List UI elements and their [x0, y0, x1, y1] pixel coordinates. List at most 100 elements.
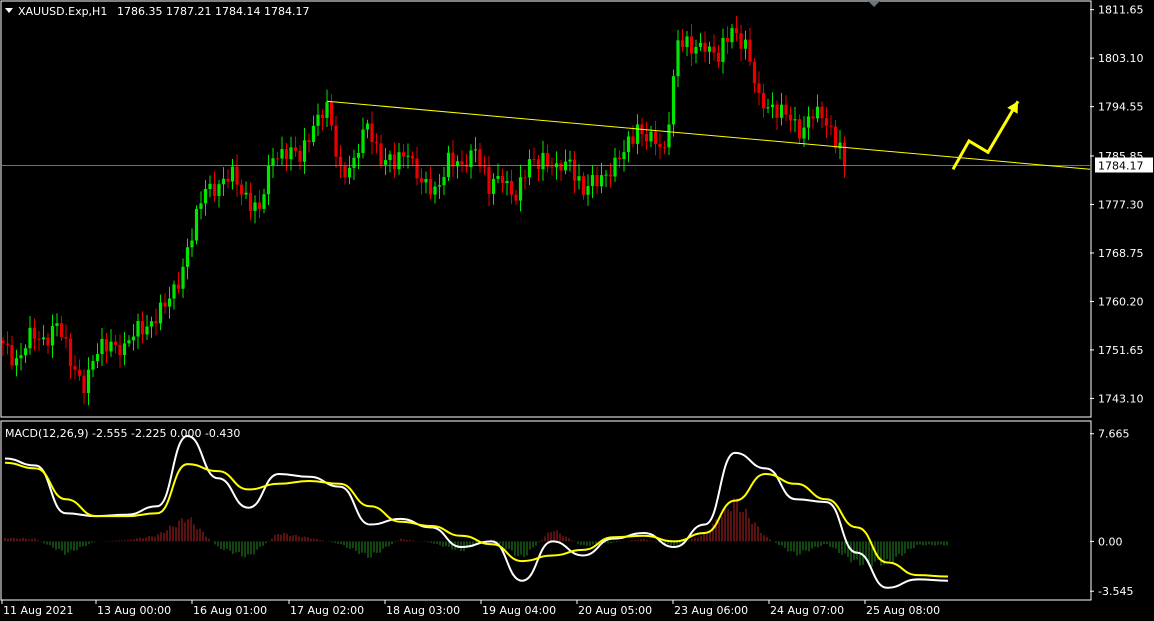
candle-body — [806, 116, 811, 128]
candle-body — [167, 298, 172, 307]
candle-body — [23, 348, 28, 356]
macd-indicator-label: MACD(12,26,9) -2.555 -2.225 0.000 -0.430 — [5, 427, 240, 440]
time-tick-label: 13 Aug 00:00 — [97, 604, 171, 617]
candle-body — [433, 186, 437, 195]
time-tick-label: 11 Aug 2021 — [3, 604, 73, 617]
candle-body — [100, 338, 104, 354]
candle-body — [379, 143, 383, 165]
trading-chart[interactable]: 1811.651803.101794.551785.851777.301768.… — [0, 0, 1154, 621]
macd-tick-label: 0.00 — [1098, 535, 1123, 548]
candle-body — [329, 102, 334, 126]
candle-body — [559, 163, 563, 171]
candle-body — [460, 161, 464, 165]
candle-body — [77, 369, 82, 376]
candle-body — [604, 174, 608, 176]
candle-body — [811, 116, 815, 119]
candle-body — [734, 28, 739, 34]
candle-body — [698, 42, 703, 47]
candle-body — [208, 183, 212, 189]
candle-body — [55, 323, 59, 326]
candle-body — [631, 136, 635, 144]
candle-body — [109, 341, 113, 352]
candle-body — [284, 149, 289, 160]
price-tick-label: 1794.55 — [1098, 101, 1144, 114]
candle-body — [599, 175, 604, 187]
candle-body — [676, 40, 680, 77]
candle-body — [527, 159, 532, 178]
price-tick-label: 1760.20 — [1098, 295, 1144, 308]
candle-body — [581, 176, 586, 195]
candle-body — [275, 158, 280, 160]
candle-body — [19, 355, 23, 359]
candle-body — [172, 284, 176, 299]
candle-body — [158, 302, 163, 324]
candle-body — [235, 166, 239, 185]
candle-body — [95, 353, 100, 362]
candle-body — [730, 28, 734, 43]
candle-body — [140, 320, 145, 335]
candle-body — [365, 123, 370, 130]
candle-body — [784, 104, 788, 115]
candle-body — [14, 358, 19, 366]
candle-body — [649, 131, 653, 142]
candle-body — [266, 165, 271, 195]
time-tick-label: 17 Aug 02:00 — [290, 604, 364, 617]
candle-body — [104, 338, 109, 352]
candle-body — [334, 125, 338, 157]
candle-body — [122, 343, 127, 356]
candle-body — [505, 181, 509, 184]
candle-body — [761, 92, 766, 109]
time-tick-label: 23 Aug 06:00 — [674, 604, 748, 617]
candle-body — [689, 36, 694, 54]
candle-body — [32, 327, 37, 339]
candle-body — [716, 52, 721, 62]
candle-body — [37, 338, 41, 340]
candle-body — [10, 344, 14, 366]
candle-body — [653, 131, 658, 144]
candle-body — [473, 149, 478, 151]
candle-body — [325, 102, 329, 118]
candle-body — [199, 203, 203, 209]
candle-body — [752, 61, 757, 84]
candle-body — [163, 302, 167, 307]
candle-body — [428, 178, 433, 195]
time-tick-label: 19 Aug 04:00 — [482, 604, 556, 617]
candle-body — [401, 152, 406, 157]
candle-body — [370, 123, 374, 143]
candle-body — [446, 152, 451, 178]
macd-tick-label: 7.665 — [1098, 428, 1130, 441]
candle — [194, 205, 199, 245]
candle-body — [442, 177, 446, 186]
current-price-label: 1784.17 — [1098, 160, 1144, 173]
candle-body — [176, 284, 181, 289]
candle-body — [590, 174, 595, 187]
candle-body — [622, 152, 626, 160]
candle-body — [545, 152, 550, 167]
price-tick-label: 1751.65 — [1098, 344, 1144, 357]
time-tick-label: 16 Aug 01:00 — [193, 604, 267, 617]
candle-body — [302, 140, 307, 162]
candle-body — [788, 114, 793, 121]
price-tick-label: 1811.65 — [1098, 4, 1144, 17]
candle-body — [221, 178, 226, 185]
candle-body — [397, 152, 401, 170]
candle-body — [253, 202, 257, 211]
candle-body — [127, 340, 131, 344]
candle-body — [541, 152, 545, 170]
candle-body — [149, 321, 154, 327]
candle-body — [64, 336, 68, 339]
candle-body — [743, 39, 748, 49]
candle-body — [289, 147, 293, 160]
time-tick-label: 25 Aug 08:00 — [866, 604, 940, 617]
candle-body — [203, 188, 208, 204]
candle-body — [271, 158, 275, 166]
candle-body — [514, 194, 518, 201]
candle-body — [680, 40, 685, 47]
candle-body — [626, 136, 631, 153]
candle-body — [775, 104, 779, 118]
macd-tick-label: -3.545 — [1098, 585, 1133, 598]
candle-body — [145, 326, 149, 335]
candle-body — [739, 33, 743, 49]
candle-body — [185, 247, 190, 267]
candle-body — [68, 338, 73, 367]
